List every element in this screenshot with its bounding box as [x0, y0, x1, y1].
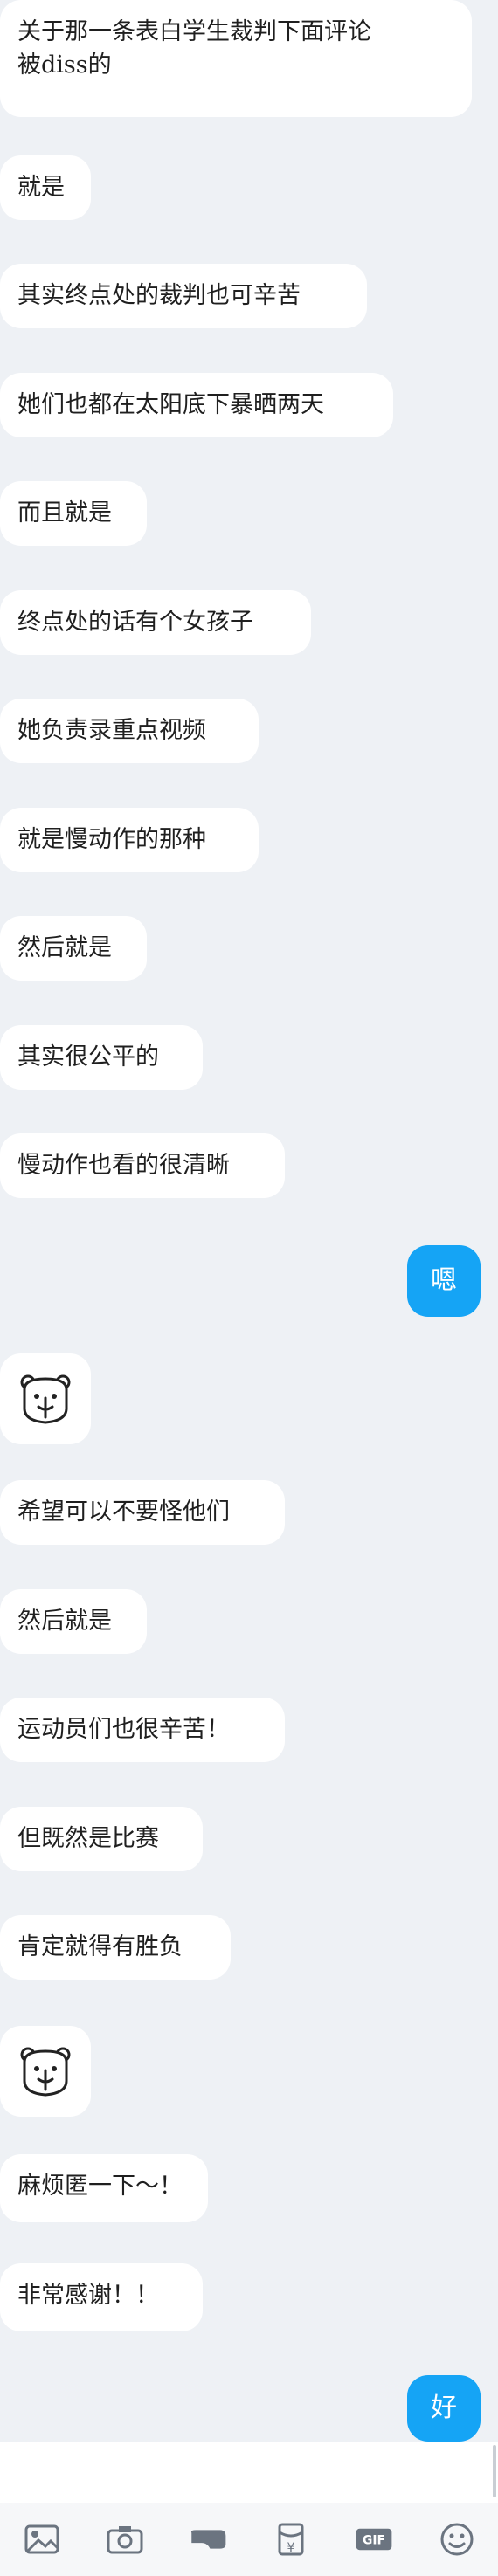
message-bubble-2[interactable]: 就是 — [0, 155, 91, 220]
gif-icon[interactable]: GIF — [355, 2520, 393, 2559]
camera-icon[interactable] — [106, 2520, 144, 2559]
message-bubble-15[interactable]: 然后就是 — [0, 1589, 147, 1654]
message-bubble-5[interactable]: 而且就是 — [0, 481, 147, 546]
gif-label: GIF — [363, 2534, 385, 2548]
yen-label: ¥ — [287, 2541, 294, 2555]
emoji-icon[interactable] — [438, 2520, 476, 2559]
message-bubble-12-outgoing[interactable]: 嗯 — [407, 1245, 481, 1317]
hongbao-icon[interactable] — [189, 2520, 227, 2559]
message-bubble-20[interactable]: 麻烦匿一下～！ — [0, 2154, 208, 2222]
message-bubble-4[interactable]: 她们也都在太阳底下暴晒两天 — [0, 373, 393, 437]
chat-toolbar: ¥ GIF — [0, 2503, 498, 2576]
message-bubble-7[interactable]: 她负责录重点视频 — [0, 699, 259, 763]
message-input[interactable] — [0, 2442, 498, 2504]
bear-sticker-icon — [20, 2047, 71, 2097]
message-bubble-22-outgoing[interactable]: 好 — [407, 2375, 481, 2442]
message-bubble-16[interactable]: 运动员们也很辛苦！ — [0, 1698, 285, 1762]
scrollbar[interactable] — [493, 2445, 496, 2497]
image-icon[interactable] — [23, 2520, 61, 2559]
message-bubble-9[interactable]: 然后就是 — [0, 916, 147, 981]
bear-sticker[interactable] — [0, 1353, 91, 1444]
message-bubble-14[interactable]: 希望可以不要怪他们 — [0, 1480, 285, 1545]
message-bubble-10[interactable]: 其实很公平的 — [0, 1025, 203, 1090]
red-packet-icon[interactable]: ¥ — [272, 2520, 310, 2559]
message-bubble-17[interactable]: 但既然是比赛 — [0, 1807, 203, 1871]
message-bubble-6[interactable]: 终点处的话有个女孩子 — [0, 590, 311, 655]
message-bubble-3[interactable]: 其实终点处的裁判也可辛苦 — [0, 264, 367, 328]
message-bubble-8[interactable]: 就是慢动作的那种 — [0, 808, 259, 872]
message-bubble-11[interactable]: 慢动作也看的很清晰 — [0, 1133, 285, 1198]
message-bubble-1[interactable]: 关于那一条表白学生裁判下面评论 被diss的 — [0, 0, 472, 117]
bear-sticker[interactable] — [0, 2026, 91, 2117]
message-bubble-21[interactable]: 非常感谢！！ — [0, 2263, 203, 2331]
bear-sticker-icon — [20, 1374, 71, 1424]
message-bubble-18[interactable]: 肯定就得有胜负 — [0, 1915, 231, 1980]
